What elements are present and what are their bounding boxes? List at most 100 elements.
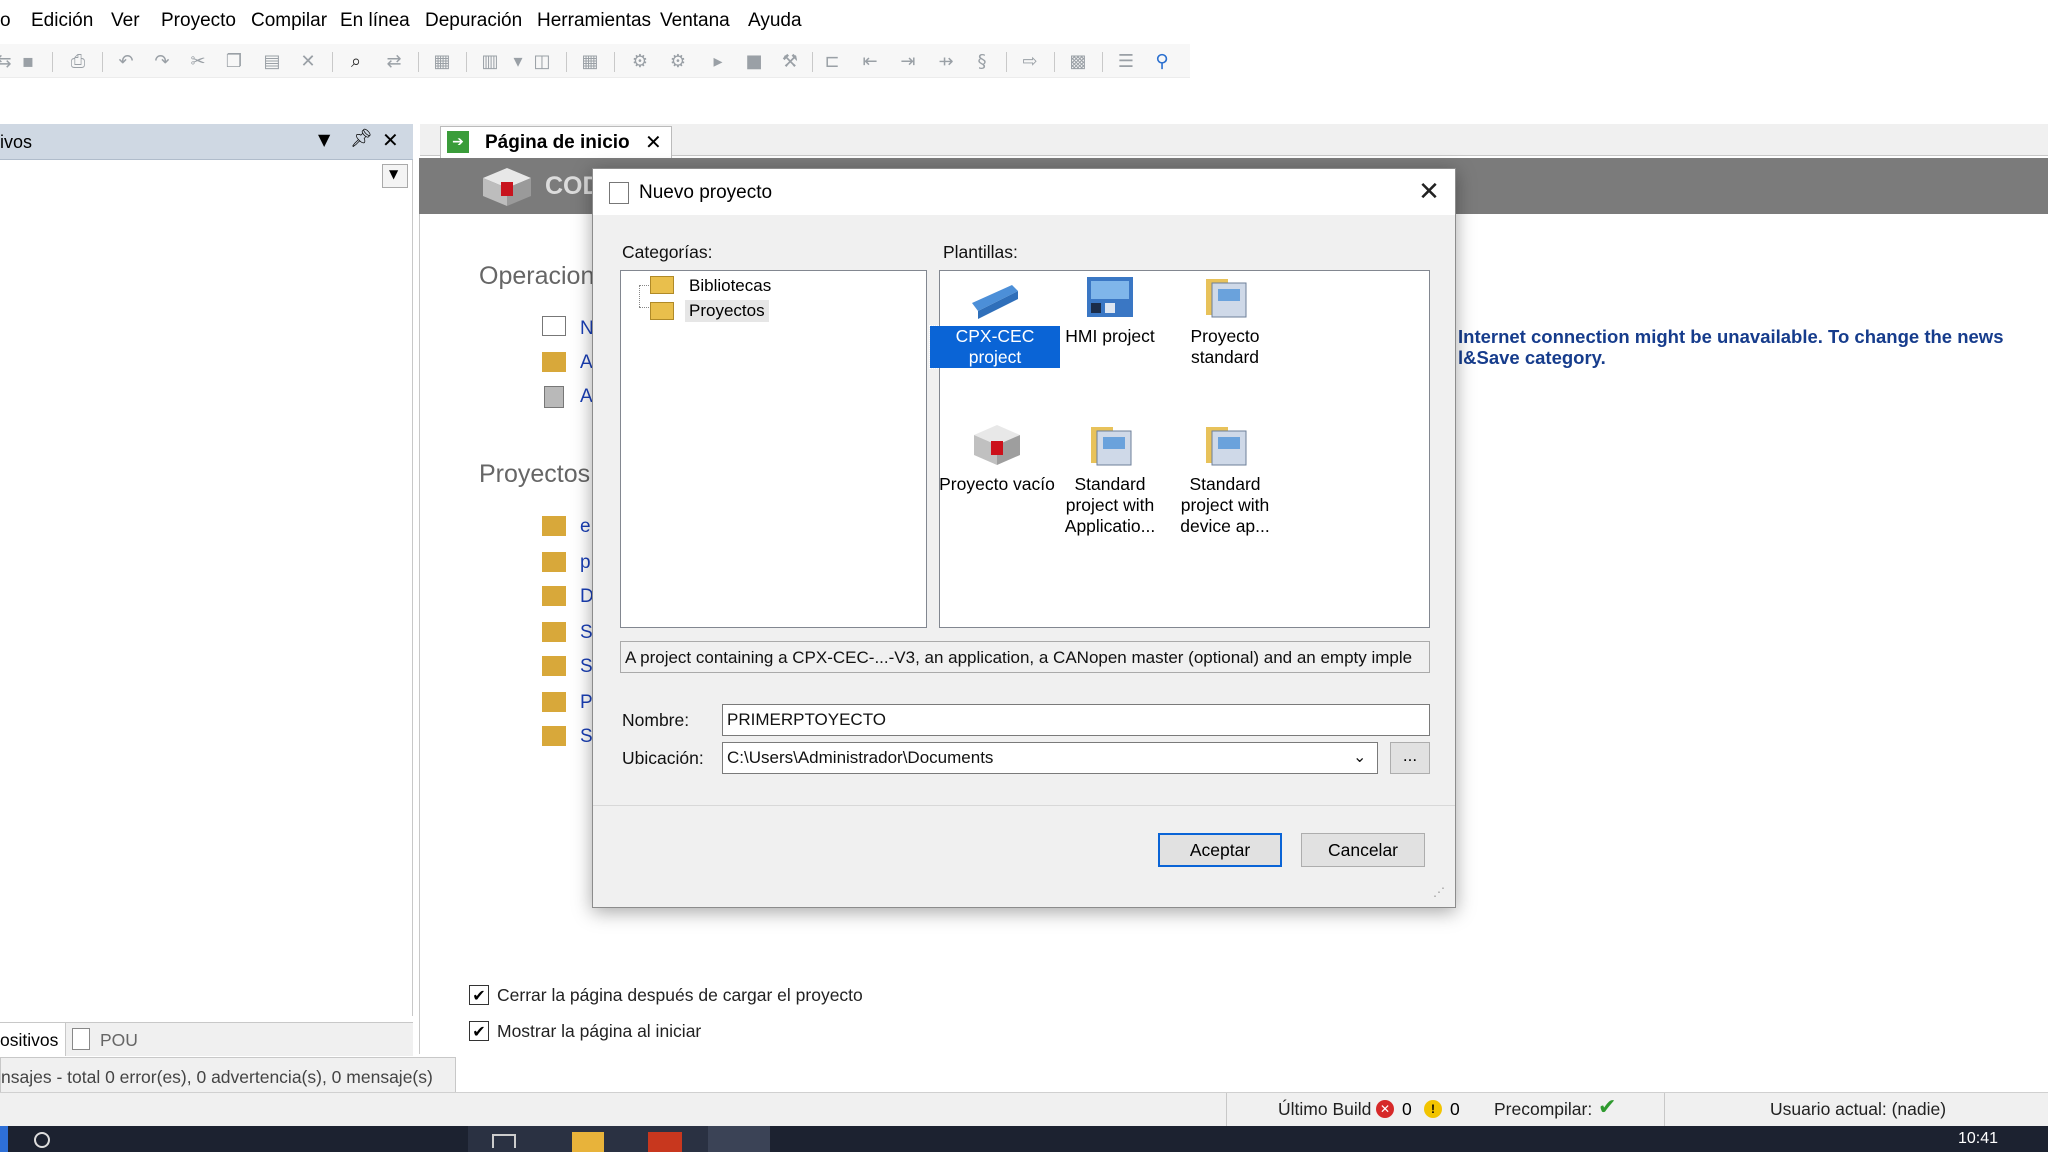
task-view-icon[interactable] [492,1134,516,1148]
menu-tools[interactable]: Herramientas [537,10,651,32]
menu-edit[interactable]: Edición [31,10,93,32]
dialog-close-icon[interactable]: ✕ [1411,177,1447,207]
close-icon[interactable]: ✕ [382,128,399,152]
dialog-separator [593,805,1455,806]
category-bibliotecas[interactable]: Bibliotecas [689,276,771,296]
menu-file[interactable]: o [0,10,11,32]
messages-tab[interactable]: nsajes - total 0 error(es), 0 advertenci… [0,1057,456,1093]
template-standard-project-device[interactable]: Standard project with device ap... [1160,423,1290,537]
standard-project-icon [1206,279,1247,318]
template-proyecto-standard[interactable]: Proyecto standard [1160,275,1290,368]
folder-icon [650,302,674,320]
file-explorer-icon[interactable] [572,1132,604,1152]
recent-project[interactable]: S [580,656,593,678]
logout-icon[interactable]: ⚙ [666,49,690,73]
template-hmi-project[interactable]: HMI project [1045,275,1175,347]
run-icon[interactable]: ▸ [706,49,730,73]
chevron-down-icon[interactable]: ⌄ [1353,747,1366,766]
menu-view[interactable]: Ver [111,10,140,32]
messages-summary: nsajes - total 0 error(es), 0 advertenci… [1,1067,433,1087]
browse-button[interactable]: ... [1390,742,1430,774]
panel-menu-icon[interactable]: ▼ [318,130,330,149]
toolbar-options-icon[interactable]: ☰ [1114,49,1138,73]
template-description: A project containing a CPX-CEC-...-V3, a… [620,641,1430,673]
clock: 10:41 [1958,1130,1999,1147]
step-into-icon[interactable]: ⇥ [896,49,920,73]
operation-open[interactable]: A [580,352,593,374]
menu-window[interactable]: Ventana [660,10,730,32]
operation-archive[interactable]: A [580,386,593,408]
recent-project[interactable]: p [580,552,591,574]
step-over-icon[interactable]: ⇤ [858,49,882,73]
template-label: HMI project [1065,326,1155,346]
search-icon[interactable] [34,1132,50,1148]
write-values-icon[interactable]: ⇨ [1018,49,1042,73]
menu-online[interactable]: En línea [340,10,410,32]
location-combo[interactable]: C:\Users\Administrador\Documents ⌄ [722,742,1378,774]
resize-grip-icon[interactable]: ⋰ [1433,885,1445,899]
copy-icon[interactable]: ❐ [222,49,246,73]
template-standard-project-application[interactable]: Standard project with Applicatio... [1045,423,1175,537]
select-all-icon[interactable]: ▦ [430,49,454,73]
recent-project[interactable]: P [580,692,593,714]
devices-combo[interactable]: ▼ [382,164,408,188]
reset-icon[interactable]: ⚒ [778,49,802,73]
open-icon[interactable]: ⇆ [0,49,16,73]
warning-count: 0 [1450,1099,1460,1119]
recent-project[interactable]: S [580,622,593,644]
menu-help[interactable]: Ayuda [748,10,802,32]
warning-icon: ! [1424,1100,1442,1118]
recent-project[interactable]: S [580,726,593,748]
tab-pou[interactable]: POU [100,1030,138,1051]
save-icon[interactable]: ▪ [16,49,40,73]
menu-project[interactable]: Proyecto [161,10,236,32]
step-out-icon[interactable]: ⇸ [934,49,958,73]
show-on-start-checkbox[interactable]: ✔ [469,1021,489,1041]
cut-icon[interactable]: ✂ [186,49,210,73]
menu-debug[interactable]: Depuración [425,10,522,32]
pin-icon[interactable]: 📌︎ [350,128,373,149]
location-label: Ubicación: [622,748,704,768]
tab-close-icon[interactable]: ✕ [645,130,662,154]
replace-icon[interactable]: ⇄ [382,49,406,73]
template-cpx-cec-project[interactable]: CPX-CEC project [929,275,1061,369]
properties-icon[interactable]: ◫ [530,49,554,73]
undo-icon[interactable]: ↶ [114,49,138,73]
search-icon[interactable]: ⚲ [1150,49,1174,73]
open-folder-icon [542,352,566,372]
ok-button[interactable]: Aceptar [1158,833,1282,867]
breakpoint-icon[interactable]: ⊏ [820,49,844,73]
category-proyectos[interactable]: Proyectos [685,300,769,322]
print-icon[interactable]: ⎙ [66,49,90,73]
force-icon[interactable]: ▩ [1066,49,1090,73]
tab-devices-label: ositivos [0,1030,59,1050]
project-name-input[interactable]: PRIMERPTOYECTO [722,704,1430,736]
start-button[interactable] [0,1126,8,1152]
codesys-task-icon[interactable] [708,1126,770,1152]
template-label: Standard project with device ap... [1180,474,1270,536]
find-icon[interactable]: ⌕ [344,49,368,73]
redo-icon[interactable]: ↷ [150,49,174,73]
close-after-load-checkbox[interactable]: ✔ [469,985,489,1005]
new-project-dialog: Nuevo proyecto ✕ Categorías: Plantillas:… [592,168,1456,908]
login-icon[interactable]: ⚙ [628,49,652,73]
tab-start-page[interactable]: ➔ Página de inicio ✕ [440,126,672,158]
folder-icon [542,726,566,746]
paste-icon[interactable]: ▤ [260,49,284,73]
dialog-title: Nuevo proyecto [639,182,773,203]
menu-build[interactable]: Compilar [251,10,327,32]
dropdown-icon[interactable]: ▾ [506,49,530,73]
cursor-icon[interactable]: § [970,49,994,73]
template-proyecto-vacio[interactable]: Proyecto vacío [932,423,1062,495]
codesys-logo-icon [483,168,531,206]
folder-icon [542,552,566,572]
template-label: Standard project with Applicatio... [1064,474,1156,536]
add-object-icon[interactable]: ▥ [478,49,502,73]
powerpoint-icon[interactable] [648,1132,682,1152]
recent-project[interactable]: e [580,516,591,538]
delete-icon[interactable]: ✕ [296,49,320,73]
cancel-button[interactable]: Cancelar [1301,833,1425,867]
stop-icon[interactable]: ■ [742,49,766,73]
tab-devices[interactable]: ositivos [0,1023,66,1056]
build-icon[interactable]: ▦ [578,49,602,73]
